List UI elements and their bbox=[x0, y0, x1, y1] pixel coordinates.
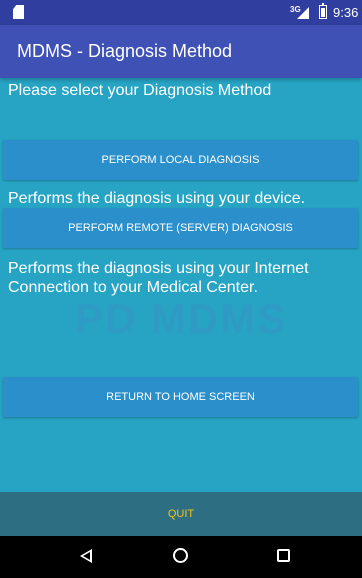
diagnosis-method-screen: 3G 9:36 MDMS - Diagnosis Method Please s… bbox=[0, 0, 362, 578]
perform-remote-diagnosis-button[interactable]: PERFORM REMOTE (SERVER) DIAGNOSIS bbox=[3, 208, 358, 248]
status-bar: 3G 9:36 bbox=[0, 0, 362, 25]
back-icon[interactable] bbox=[80, 549, 92, 563]
quit-button[interactable]: QUIT bbox=[0, 492, 362, 536]
recents-icon[interactable] bbox=[277, 549, 290, 562]
local-diagnosis-description: Performs the diagnosis using your device… bbox=[8, 190, 306, 207]
watermark-logo: PD MDMS bbox=[74, 295, 288, 342]
status-time: 9:36 bbox=[333, 5, 359, 20]
page-title: MDMS - Diagnosis Method bbox=[17, 41, 233, 61]
return-home-button[interactable]: RETURN TO HOME SCREEN bbox=[3, 377, 358, 417]
sim-card-icon bbox=[13, 5, 24, 19]
app-bar: MDMS - Diagnosis Method bbox=[0, 25, 362, 78]
navigation-bar bbox=[0, 536, 362, 578]
network-type-label: 3G bbox=[290, 5, 301, 14]
remote-diagnosis-description: Performs the diagnosis using your Intern… bbox=[8, 260, 309, 296]
perform-local-diagnosis-button[interactable]: PERFORM LOCAL DIAGNOSIS bbox=[3, 140, 358, 180]
selection-prompt: Please select your Diagnosis Method bbox=[8, 82, 272, 99]
battery-icon bbox=[319, 3, 327, 19]
home-icon[interactable] bbox=[173, 548, 188, 563]
